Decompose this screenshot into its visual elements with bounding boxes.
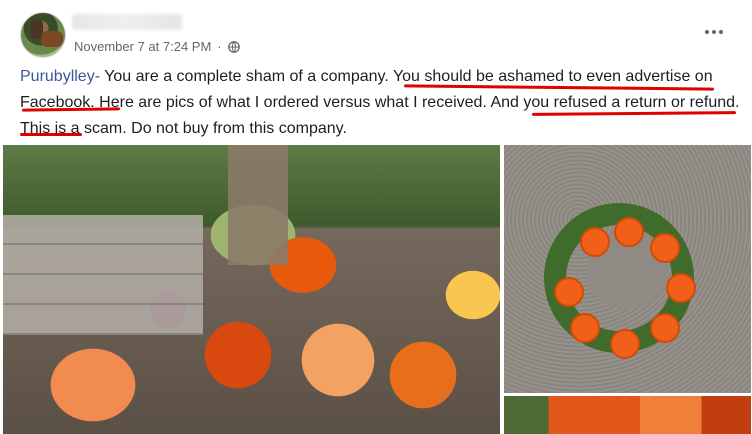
post-text-part1: You are a complete sham of a company. xyxy=(100,68,393,85)
photo-received-wreath[interactable] xyxy=(504,145,751,393)
mentioned-page-link[interactable]: Purubylley- xyxy=(20,68,100,85)
globe-icon[interactable] xyxy=(227,40,240,53)
avatar-horse-shape xyxy=(41,31,63,47)
wreath-flower xyxy=(580,227,610,257)
photo-ordered-arrangement[interactable] xyxy=(3,145,500,434)
red-underline-4 xyxy=(20,133,82,136)
avatar[interactable] xyxy=(20,12,66,58)
author-name-redacted xyxy=(72,14,182,30)
wreath-flower xyxy=(610,329,640,359)
wreath-flower xyxy=(554,277,584,307)
wreath-flower xyxy=(650,233,680,263)
wreath-flower xyxy=(570,313,600,343)
facebook-post: November 7 at 7:24 PM · Purubylley- You … xyxy=(0,0,752,434)
post-text-part3: . Here are pics of what I ordered versus… xyxy=(90,94,491,111)
post-text: Purubylley- You are a complete sham of a… xyxy=(20,64,740,142)
wreath-flower xyxy=(614,217,644,247)
post-meta: November 7 at 7:24 PM · xyxy=(74,39,240,54)
wreath-flower xyxy=(666,273,696,303)
meta-separator: · xyxy=(217,39,222,54)
post-timestamp[interactable]: November 7 at 7:24 PM xyxy=(74,39,211,54)
photo-fence-shape xyxy=(3,215,203,335)
more-options-icon[interactable] xyxy=(702,22,726,42)
photo-thumbnail-3[interactable] xyxy=(504,396,751,434)
wreath-flower xyxy=(650,313,680,343)
post-text-part4: And you refused a return or refund xyxy=(490,94,736,111)
photo-wood-post-shape xyxy=(228,145,288,265)
